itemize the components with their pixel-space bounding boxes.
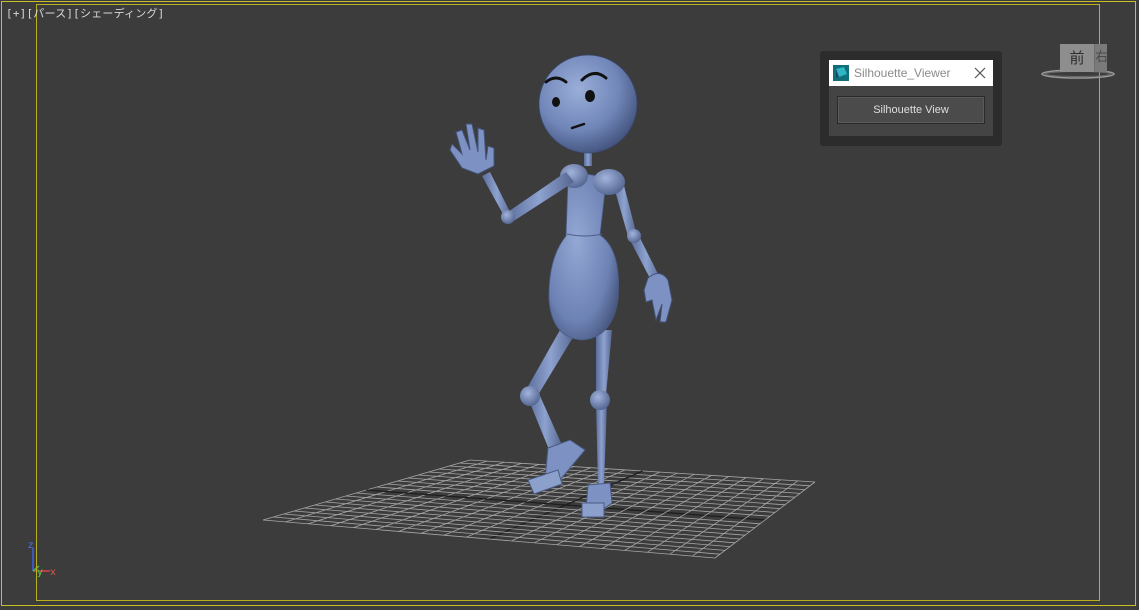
ground-grid	[262, 459, 816, 559]
axis-x-label: x	[50, 567, 56, 578]
perspective-viewport[interactable]: z y x [+][パース][シェーディング] 前 右 Silhouette_V…	[0, 0, 1139, 610]
viewport-menu-shading[interactable]: [シェーディング]	[73, 7, 164, 20]
dialog-title: Silhouette_Viewer	[854, 66, 951, 80]
dialog-titlebar[interactable]: Silhouette_Viewer	[829, 60, 993, 86]
viewport-menu-view[interactable]: [パース]	[26, 7, 73, 20]
close-icon[interactable]	[971, 64, 989, 82]
axis-z-label: z	[28, 540, 33, 551]
viewcube-right-face[interactable]: 右	[1095, 44, 1107, 72]
silhouette-view-button[interactable]: Silhouette View	[837, 96, 985, 124]
viewport-label: [+][パース][シェーディング]	[6, 5, 164, 21]
axis-y-label: y	[37, 567, 43, 578]
max-app-icon	[833, 65, 849, 81]
silhouette-viewer-dialog[interactable]: Silhouette_Viewer Silhouette View	[829, 60, 993, 136]
viewport-menu-plus[interactable]: [+]	[6, 7, 26, 20]
character-model[interactable]	[449, 54, 673, 518]
viewcube[interactable]: 前 右	[1040, 40, 1120, 82]
axis-gizmo: z y x	[28, 540, 56, 578]
viewcube-front-face[interactable]: 前	[1060, 44, 1095, 72]
